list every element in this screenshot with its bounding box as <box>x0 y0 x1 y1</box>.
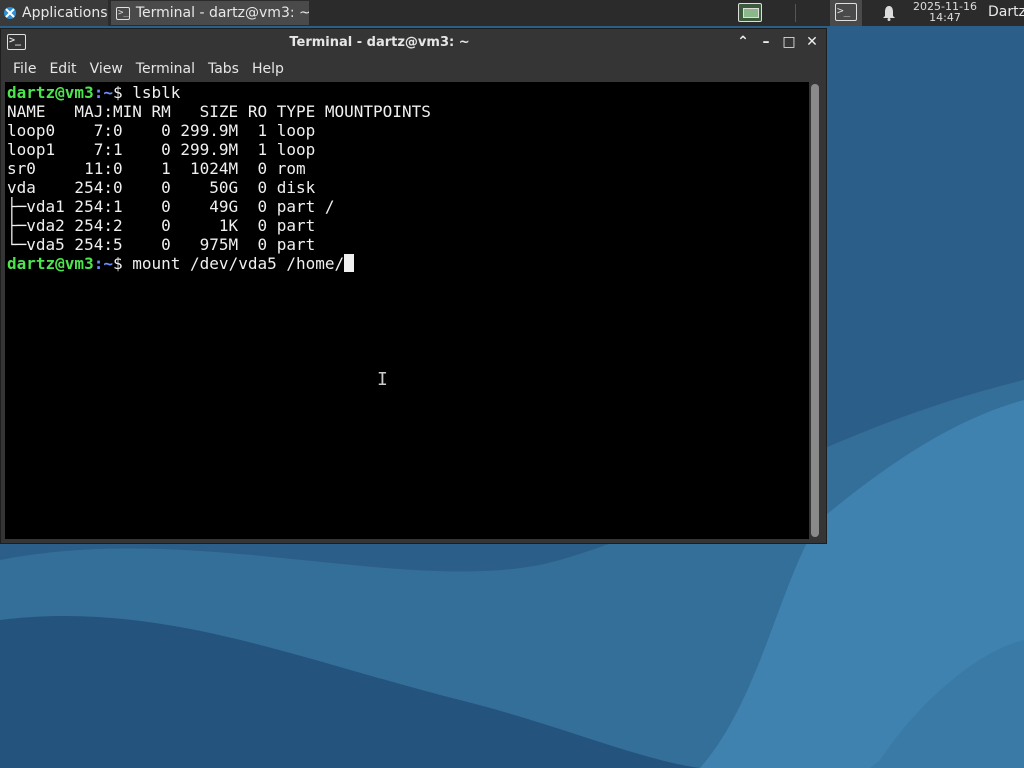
applications-label: Applications <box>22 5 108 21</box>
terminal-icon: >_ <box>116 6 130 20</box>
output-line: vda 254:0 0 50G 0 disk <box>7 178 316 197</box>
prompt-symbol: $ <box>112 83 133 102</box>
output-line: loop0 7:0 0 299.9M 1 loop <box>7 121 316 140</box>
output-line: └─vda5 254:5 0 975M 0 part <box>7 235 316 254</box>
taskbar-terminal-button[interactable]: >_ Terminal - dartz@vm3: ~ <box>111 1 309 25</box>
output-line: ├─vda2 254:2 0 1K 0 part <box>7 216 316 235</box>
command-text: lsblk <box>132 83 181 102</box>
maximize-button[interactable]: □ <box>780 33 798 51</box>
prompt-symbol: $ <box>112 254 133 273</box>
command-line: dartz@vm3:~$ mount /dev/vda5 /home/ <box>7 254 807 273</box>
top-panel: Applications >_ Terminal - dartz@vm3: ~ … <box>0 0 1024 26</box>
terminal-window: >_ Terminal - dartz@vm3: ~ ⌃ – □ ✕ File … <box>0 28 827 544</box>
clock-time: 14:47 <box>929 11 961 24</box>
prompt-path: :~ <box>93 83 113 102</box>
scrollbar-thumb[interactable] <box>811 84 819 537</box>
text-cursor <box>344 254 355 272</box>
command-input[interactable]: mount /dev/vda5 /home/ <box>132 254 344 273</box>
menu-bar: File Edit View Terminal Tabs Help <box>1 57 826 81</box>
output-line: sr0 11:0 1 1024M 0 rom <box>7 159 306 178</box>
menu-file[interactable]: File <box>7 61 42 77</box>
taskbar-terminal-label: Terminal - dartz@vm3: ~ <box>135 5 309 21</box>
output-line: ├─vda1 254:1 0 49G 0 part / <box>7 197 335 216</box>
menu-terminal[interactable]: Terminal <box>130 61 201 77</box>
terminal-icon: >_ <box>835 3 857 21</box>
terminal-output[interactable]: dartz@vm3:~$ lsblk NAME MAJ:MIN RM SIZE … <box>5 82 809 539</box>
shade-button[interactable]: ⌃ <box>734 33 752 51</box>
window-titlebar[interactable]: >_ Terminal - dartz@vm3: ~ ⌃ – □ ✕ <box>1 29 826 57</box>
tray-terminal-button[interactable]: >_ <box>830 0 862 26</box>
output-line: NAME MAJ:MIN RM SIZE RO TYPE MOUNTPOINTS <box>7 102 431 121</box>
bell-icon[interactable] <box>882 5 898 21</box>
clock[interactable]: 2025-11-16 14:47 <box>906 1 984 23</box>
prompt-user: dartz@vm3 <box>7 254 94 273</box>
panel-separator <box>795 4 796 22</box>
xfce-logo-icon <box>2 5 18 21</box>
menu-view[interactable]: View <box>84 61 129 77</box>
user-menu[interactable]: Dartz <box>988 4 1024 20</box>
minimize-button[interactable]: – <box>757 33 775 51</box>
prompt-path: :~ <box>93 254 113 273</box>
applications-menu-button[interactable]: Applications <box>0 0 108 26</box>
monitor-icon[interactable] <box>738 3 762 22</box>
ibeam-cursor-icon: I <box>377 369 388 390</box>
menu-help[interactable]: Help <box>246 61 290 77</box>
prompt-user: dartz@vm3 <box>7 83 94 102</box>
menu-edit[interactable]: Edit <box>43 61 82 77</box>
menu-tabs[interactable]: Tabs <box>202 61 245 77</box>
scrollbar[interactable] <box>811 84 819 537</box>
command-line: dartz@vm3:~$ lsblk <box>7 83 807 102</box>
window-title: Terminal - dartz@vm3: ~ <box>289 35 470 50</box>
close-button[interactable]: ✕ <box>803 33 821 51</box>
output-line: loop1 7:1 0 299.9M 1 loop <box>7 140 316 159</box>
